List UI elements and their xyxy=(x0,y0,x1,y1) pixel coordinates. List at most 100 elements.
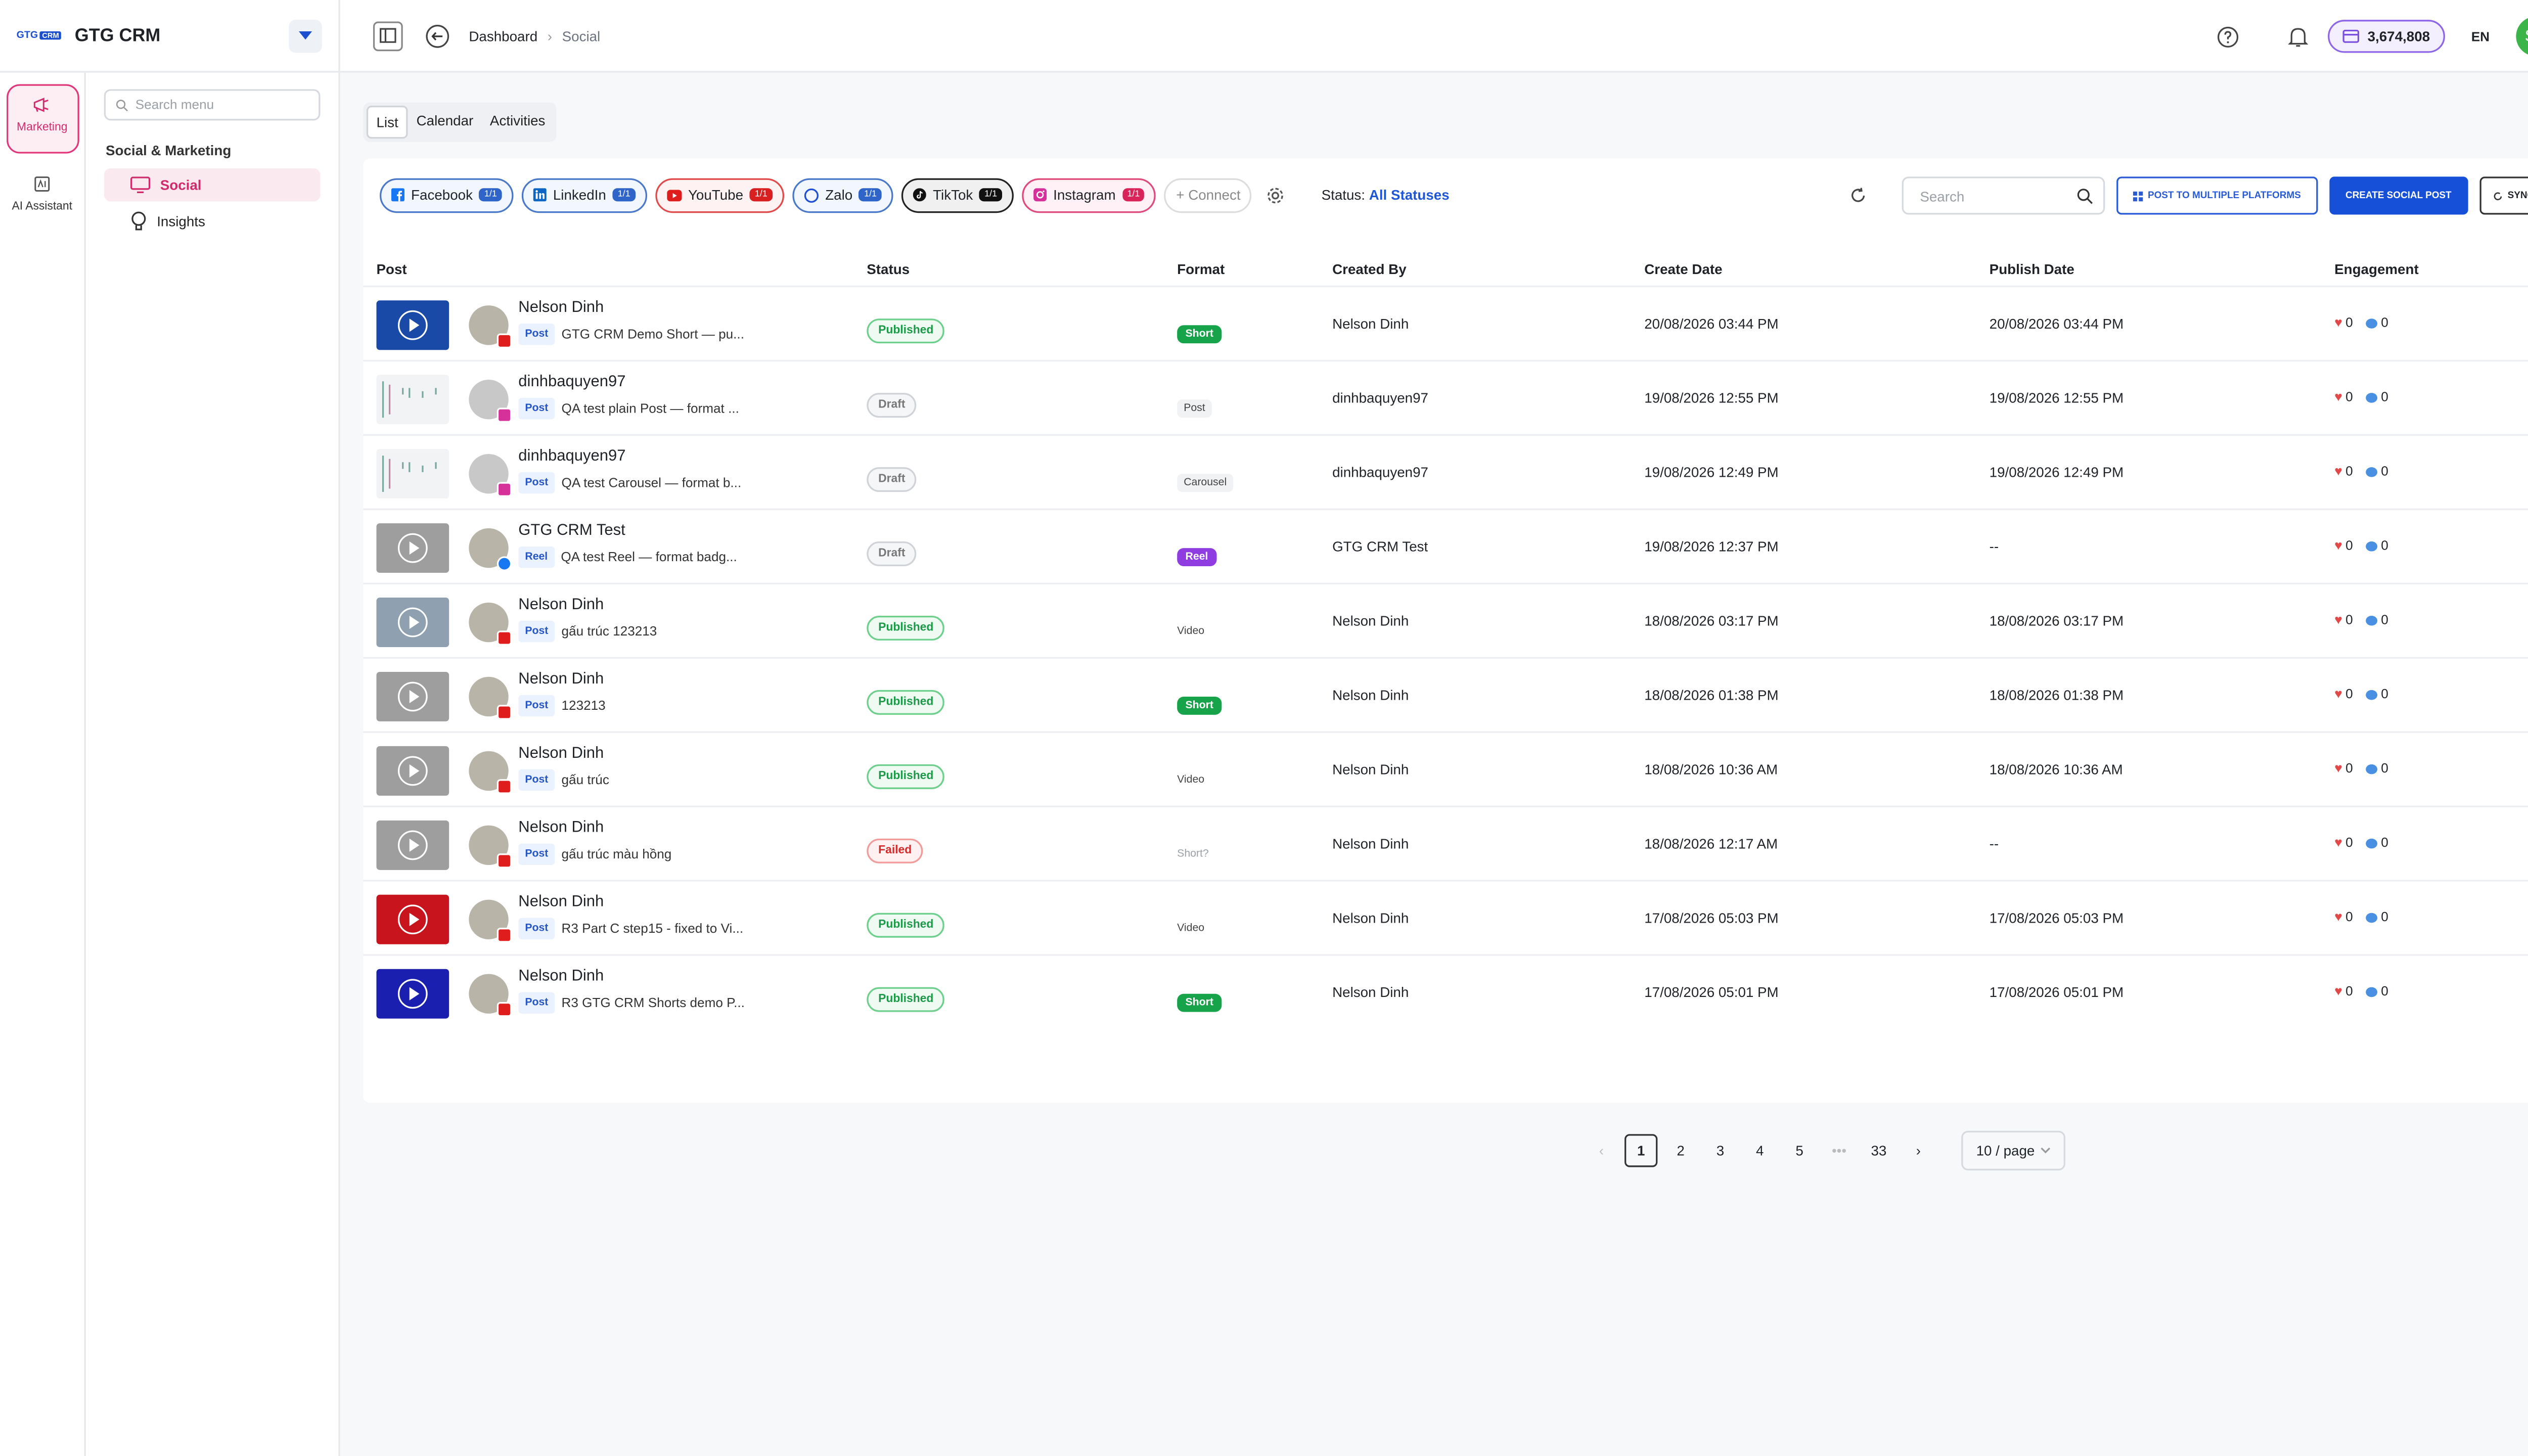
post-thumbnail[interactable] xyxy=(376,894,449,944)
table-row[interactable]: Nelson Dinh Post gấu trúc Published Video Nel… xyxy=(363,731,2528,806)
post-type-badge: Post xyxy=(518,472,555,494)
post-thumbnail[interactable] xyxy=(376,746,449,796)
account-name: Nelson Dinh xyxy=(518,967,604,986)
format-cell: Short? xyxy=(1177,835,1209,865)
post-text[interactable]: QA test Carousel — format b... xyxy=(562,475,742,490)
status-badge: Failed xyxy=(867,838,924,863)
bell-icon[interactable] xyxy=(2288,26,2309,47)
post-text[interactable]: gấu trúc màu hồng xyxy=(562,847,672,861)
table-row[interactable]: dinhbaquyen97 Post QA test Carousel — form… xyxy=(363,434,2528,509)
search-input[interactable]: Search xyxy=(1902,176,2105,215)
col-status[interactable]: Status xyxy=(867,261,910,278)
tab-list[interactable]: List xyxy=(366,105,409,139)
post-text[interactable]: GTG CRM Demo Short — pu... xyxy=(562,327,744,342)
table-row[interactable]: Nelson Dinh Post R3 Part C step15 - fixed … xyxy=(363,880,2528,954)
page-prev-button[interactable]: ‹ xyxy=(1585,1134,1618,1167)
create-social-post-button[interactable]: CREATE SOCIAL POST xyxy=(2329,176,2468,215)
post-thumbnail[interactable] xyxy=(376,300,449,350)
platform-chip-facebook[interactable]: Facebook 1/1 xyxy=(380,177,514,212)
search-menu-input[interactable]: Search menu xyxy=(104,89,321,121)
page-2[interactable]: 2 xyxy=(1664,1134,1697,1167)
table-row[interactable]: Nelson Dinh Post R3 GTG CRM Shorts demo P.… xyxy=(363,954,2528,1028)
create-date: 17/08/2026 05:03 PM xyxy=(1644,909,1779,926)
col-post[interactable]: Post xyxy=(376,261,407,278)
platform-chip-tiktok[interactable]: TikTok 1/1 xyxy=(901,177,1014,212)
page-5[interactable]: 5 xyxy=(1783,1134,1816,1167)
post-text[interactable]: R3 GTG CRM Shorts demo P... xyxy=(562,995,745,1010)
connect-button[interactable]: + Connect xyxy=(1164,177,1252,212)
post-type-badge: Post xyxy=(518,620,555,643)
help-icon[interactable] xyxy=(2217,26,2239,47)
platform-chip-linkedin[interactable]: LinkedIn 1/1 xyxy=(521,177,647,212)
post-text[interactable]: gấu trúc xyxy=(562,772,609,787)
tab-activities[interactable]: Activities xyxy=(482,106,554,139)
status-filter[interactable]: Status: All Statuses xyxy=(1322,187,1450,203)
breadcrumb-dashboard[interactable]: Dashboard xyxy=(469,27,537,44)
rail-item-marketing[interactable]: Marketing xyxy=(6,84,79,154)
user-avatar[interactable]: SP xyxy=(2516,16,2528,57)
post-thumbnail[interactable] xyxy=(376,598,449,647)
post-summary: Post QA test Carousel — format b... xyxy=(518,472,742,494)
gear-icon[interactable] xyxy=(1267,186,1285,204)
post-thumbnail[interactable] xyxy=(376,375,449,425)
post-thumbnail[interactable] xyxy=(376,969,449,1019)
table-row[interactable]: Nelson Dinh Post gấu trúc 123213 Published V… xyxy=(363,582,2528,657)
table-row[interactable]: Nelson Dinh Post GTG CRM Demo Short — pu..… xyxy=(363,285,2528,360)
col-created-by[interactable]: Created By xyxy=(1332,261,1407,278)
post-thumbnail[interactable] xyxy=(376,671,449,721)
tab-calendar[interactable]: Calendar xyxy=(408,106,481,139)
play-icon xyxy=(397,979,428,1009)
post-thumbnail[interactable] xyxy=(376,820,449,870)
post-text[interactable]: QA test Reel — format badg... xyxy=(561,550,737,564)
page-4[interactable]: 4 xyxy=(1743,1134,1776,1167)
sync-button[interactable]: SYNC xyxy=(2479,176,2528,215)
back-button[interactable] xyxy=(426,24,449,48)
sidebar-item-insights[interactable]: Insights xyxy=(104,205,321,238)
col-format[interactable]: Format xyxy=(1177,261,1225,278)
refresh-icon[interactable] xyxy=(1849,187,1867,205)
format-badge: Video xyxy=(1177,923,1205,935)
comments-count: 0 xyxy=(2366,612,2388,627)
table-row[interactable]: Nelson Dinh Post 123213 Published Short Nelso… xyxy=(363,657,2528,732)
page-next-button[interactable]: › xyxy=(1902,1134,1935,1167)
comments-count: 0 xyxy=(2366,984,2388,999)
post-text[interactable]: gấu trúc 123213 xyxy=(562,624,657,639)
comment-icon xyxy=(2366,317,2378,328)
search-icon xyxy=(2077,188,2093,203)
page-3[interactable]: 3 xyxy=(1704,1134,1737,1167)
format-cell: Video xyxy=(1177,909,1204,939)
page-ellipsis[interactable]: ••• xyxy=(1823,1134,1856,1167)
create-date: 19/08/2026 12:55 PM xyxy=(1644,389,1779,406)
language-switch[interactable]: EN xyxy=(2471,29,2490,43)
page-last[interactable]: 33 xyxy=(1862,1134,1895,1167)
rail-item-ai-assistant[interactable]: AI Assistant xyxy=(6,165,78,223)
network-badge-icon xyxy=(496,556,512,571)
page-size-select[interactable]: 10 / page xyxy=(1961,1130,2066,1171)
post-multiple-platforms-button[interactable]: POST TO MULTIPLE PLATFORMS xyxy=(2116,176,2318,215)
post-thumbnail[interactable] xyxy=(376,449,449,499)
status-badge: Published xyxy=(867,764,945,789)
col-publish-date[interactable]: Publish Date xyxy=(1990,261,2074,278)
platform-chip-zalo[interactable]: Zalo 1/1 xyxy=(792,177,893,212)
post-text[interactable]: QA test plain Post — format ... xyxy=(562,401,739,416)
post-text[interactable]: 123213 xyxy=(562,698,606,713)
platform-chip-youtube[interactable]: YouTube 1/1 xyxy=(655,177,784,212)
post-thumbnail[interactable] xyxy=(376,523,449,573)
col-engagement[interactable]: Engagement xyxy=(2334,261,2419,278)
table-row[interactable]: GTG CRM Test Reel QA test Reel — format ba… xyxy=(363,508,2528,583)
workspace-dropdown-button[interactable] xyxy=(289,19,322,52)
platform-chip-instagram[interactable]: Instagram 1/1 xyxy=(1022,177,1157,212)
credits-balance[interactable]: 3,674,808 xyxy=(2328,20,2445,53)
sidebar-toggle-icon xyxy=(380,28,396,43)
created-by: Nelson Dinh xyxy=(1332,612,1409,629)
page-1[interactable]: 1 xyxy=(1624,1134,1658,1167)
table-row[interactable]: dinhbaquyen97 Post QA test plain Post — fo… xyxy=(363,359,2528,434)
post-text[interactable]: R3 Part C step15 - fixed to Vi... xyxy=(562,921,744,936)
toggle-sidebar-button[interactable] xyxy=(373,20,403,51)
comments-value: 0 xyxy=(2381,612,2388,627)
platform-count: 1/1 xyxy=(612,188,636,202)
sidebar-item-social[interactable]: Social xyxy=(104,168,321,202)
table-row[interactable]: Nelson Dinh Post gấu trúc màu hồng Failed Sh… xyxy=(363,805,2528,880)
col-create-date[interactable]: Create Date xyxy=(1644,261,1722,278)
account-avatar xyxy=(469,528,512,571)
